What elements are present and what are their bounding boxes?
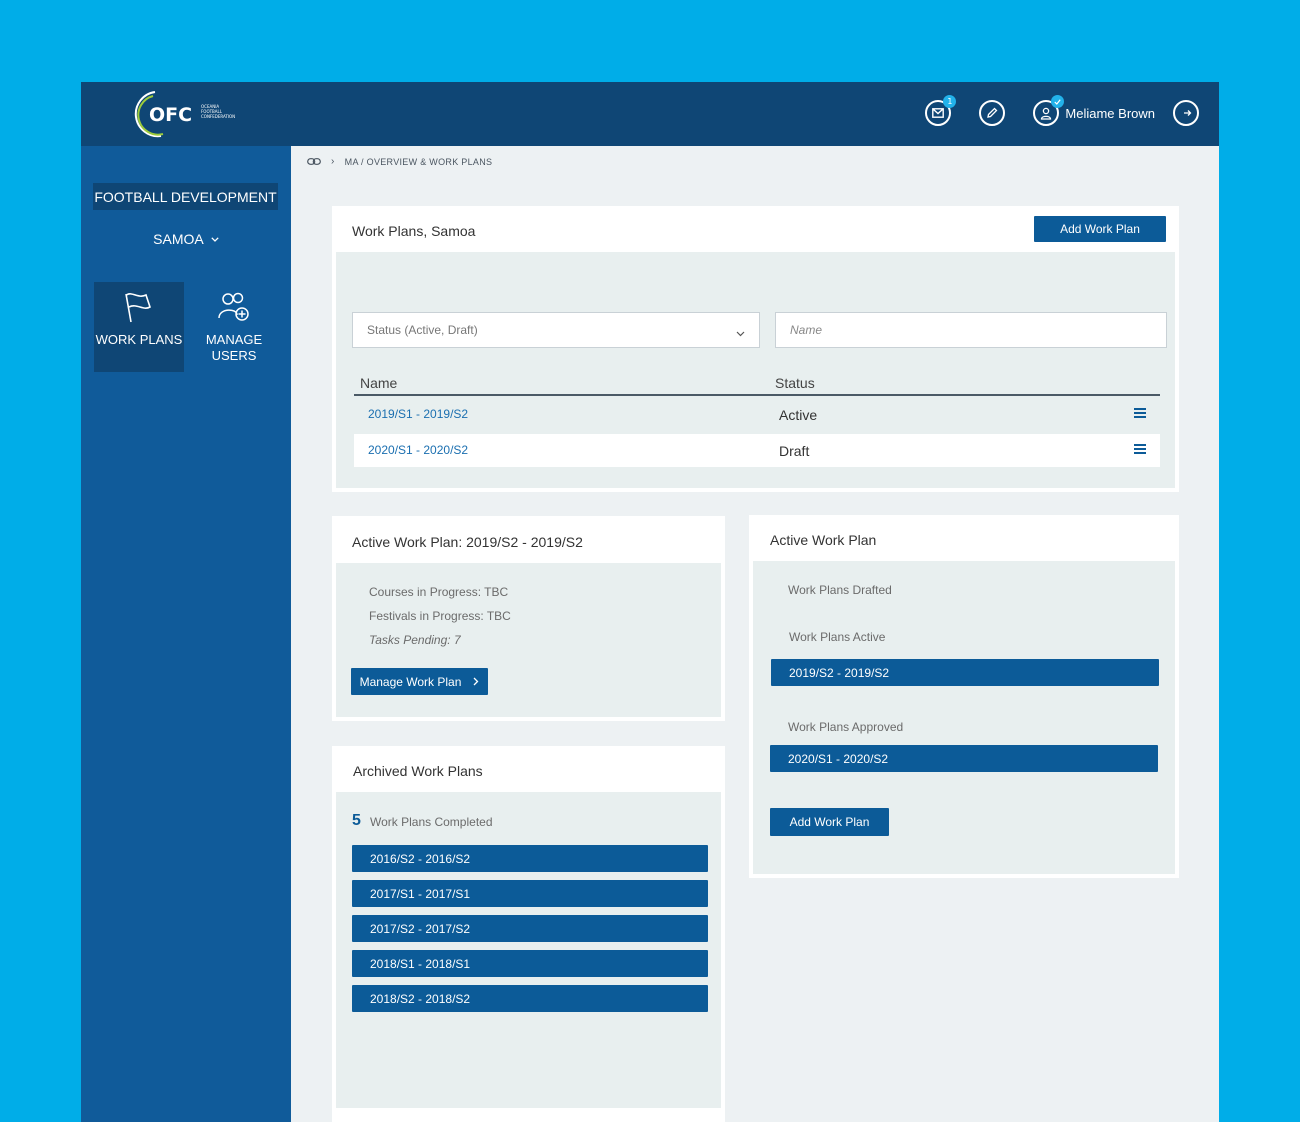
logout-button[interactable] [1173, 100, 1199, 126]
work-plan-status: Draft [779, 443, 810, 459]
work-plans-panel: Work Plans, Samoa Add Work Plan Status (… [332, 206, 1179, 492]
envelope-icon [932, 108, 945, 118]
nav-manage-users[interactable]: MANAGE USERS [189, 282, 279, 372]
status-filter-select[interactable]: Status (Active, Draft) [352, 312, 760, 348]
active-work-plan-panel: Active Work Plan: 2019/S2 - 2019/S2 Cour… [332, 516, 725, 721]
active-plan-item[interactable]: 2019/S2 - 2019/S2 [771, 659, 1159, 686]
hamburger-menu-icon[interactable] [1134, 444, 1146, 454]
completed-count-label: Work Plans Completed [370, 815, 493, 829]
breadcrumb: › MA / OVERVIEW & WORK PLANS [307, 156, 492, 167]
verified-badge [1051, 95, 1065, 108]
work-plans-title: Work Plans, Samoa [352, 223, 476, 239]
work-plan-link[interactable]: 2020/S1 - 2020/S2 [368, 443, 468, 457]
app-window: OFC OCEANIA FOOTBALL CONFEDERATION 1 Mel… [81, 82, 1219, 1122]
active-summary-title: Active Work Plan [770, 532, 877, 548]
country-label: SAMOA [153, 231, 203, 247]
user-avatar-button[interactable] [1033, 95, 1065, 126]
completed-count: 5 [352, 812, 361, 829]
users-add-icon [189, 290, 279, 328]
flag-icon [94, 290, 184, 328]
work-plans-approved-label: Work Plans Approved [788, 720, 904, 734]
work-plans-active-label: Work Plans Active [789, 630, 886, 644]
archived-plan-item[interactable]: 2017/S2 - 2017/S2 [352, 915, 708, 942]
messages-badge: 1 [943, 95, 957, 108]
check-icon [1054, 98, 1062, 105]
pencil-icon [987, 107, 998, 118]
svg-text:CONFEDERATION: CONFEDERATION [201, 114, 235, 119]
approved-plan-item[interactable]: 2020/S1 - 2020/S2 [770, 745, 1158, 772]
section-selector[interactable]: FOOTBALL DEVELOPMENT [93, 183, 278, 210]
link-icon[interactable] [307, 157, 321, 167]
work-plan-link[interactable]: 2019/S1 - 2019/S2 [368, 407, 468, 421]
archived-plan-item[interactable]: 2018/S2 - 2018/S2 [352, 985, 708, 1012]
edit-button[interactable] [979, 100, 1006, 126]
messages-button[interactable]: 1 [925, 95, 957, 126]
chevron-down-icon [736, 326, 745, 340]
archived-work-plans-panel: Archived Work Plans 5 Work Plans Complet… [332, 746, 725, 1122]
status-filter-value: Status (Active, Draft) [367, 323, 478, 337]
active-summary-body: Work Plans Drafted Work Plans Active 201… [753, 561, 1175, 874]
country-selector[interactable]: SAMOA [81, 229, 291, 247]
ofc-logo[interactable]: OFC OCEANIA FOOTBALL CONFEDERATION [129, 88, 249, 140]
logout-icon [1184, 110, 1192, 116]
active-work-plan-summary-panel: Active Work Plan Work Plans Drafted Work… [749, 515, 1179, 878]
manage-work-plan-label: Manage Work Plan [359, 674, 462, 689]
user-name[interactable]: Meliame Brown [1065, 106, 1155, 121]
tasks-pending: Tasks Pending: 7 [369, 633, 461, 647]
top-actions: 1 Meliame Brown [925, 95, 1199, 128]
svg-text:OFC: OFC [149, 104, 192, 126]
archived-plan-item[interactable]: 2016/S2 - 2016/S2 [352, 845, 708, 872]
work-plans-body: Status (Active, Draft) Name Name Status … [336, 252, 1175, 488]
nav-work-plans-label: WORK PLANS [95, 332, 183, 347]
breadcrumb-path[interactable]: MA / OVERVIEW & WORK PLANS [345, 157, 493, 167]
active-work-plan-title: Active Work Plan: 2019/S2 - 2019/S2 [352, 534, 583, 550]
nav-manage-users-line2: USERS [211, 348, 257, 363]
archived-plan-item[interactable]: 2018/S1 - 2018/S1 [352, 950, 708, 977]
name-filter-input[interactable]: Name [775, 312, 1167, 348]
sidebar: FOOTBALL DEVELOPMENT SAMOA WORK PLANS MA… [81, 146, 291, 1122]
breadcrumb-separator: › [331, 156, 335, 167]
festivals-in-progress: Festivals in Progress: TBC [369, 609, 511, 623]
column-header-status[interactable]: Status [775, 375, 815, 391]
column-header-name[interactable]: Name [360, 375, 397, 391]
table-header-divider [354, 394, 1160, 396]
manage-work-plan-button[interactable]: Manage Work Plan [351, 668, 488, 695]
chevron-down-icon [211, 229, 219, 245]
work-plan-status: Active [779, 407, 818, 423]
table-row: 2020/S1 - 2020/S2 Draft [354, 434, 1160, 467]
archived-body: 5 Work Plans Completed 2016/S2 - 2016/S2… [336, 792, 721, 1108]
archived-title: Archived Work Plans [353, 763, 483, 779]
work-plans-drafted-label: Work Plans Drafted [788, 583, 892, 597]
nav-manage-users-label: MANAGE USERS [189, 332, 279, 364]
add-work-plan-button[interactable]: Add Work Plan [770, 808, 889, 836]
active-work-plan-body: Courses in Progress: TBC Festivals in Pr… [336, 563, 721, 717]
archived-plan-item[interactable]: 2017/S1 - 2017/S1 [352, 880, 708, 907]
nav-manage-users-line1: MANAGE [205, 332, 263, 347]
courses-in-progress: Courses in Progress: TBC [369, 585, 509, 599]
table-row: 2019/S1 - 2019/S2 Active [354, 398, 1160, 431]
add-work-plan-button[interactable]: Add Work Plan [1034, 216, 1166, 242]
user-icon [1041, 107, 1052, 120]
chevron-right-icon [473, 677, 479, 686]
top-bar: OFC OCEANIA FOOTBALL CONFEDERATION 1 Mel… [81, 82, 1219, 146]
hamburger-menu-icon[interactable] [1134, 408, 1146, 418]
nav-work-plans[interactable]: WORK PLANS [94, 282, 184, 372]
